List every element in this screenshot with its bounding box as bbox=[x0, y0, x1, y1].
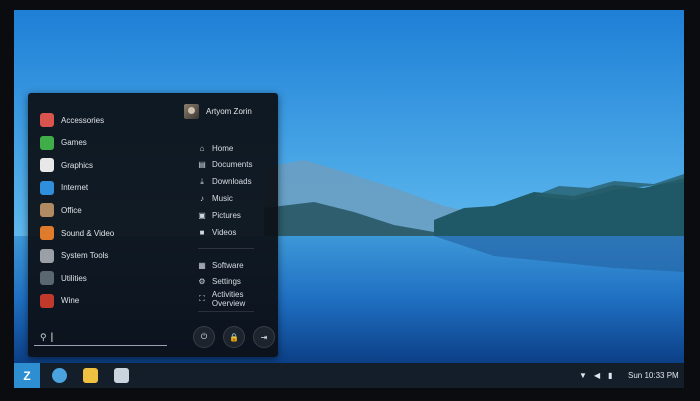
battery-icon[interactable]: ▮ bbox=[608, 363, 612, 388]
documents-icon: ▤ bbox=[198, 160, 206, 170]
category-item[interactable]: System Tools bbox=[40, 247, 108, 265]
category-label: Sound & Video bbox=[61, 228, 115, 238]
category-label: System Tools bbox=[61, 251, 109, 261]
logout-icon: ⇥ bbox=[260, 332, 268, 342]
search-icon: ⚲ bbox=[40, 331, 47, 342]
videos-icon: ■ bbox=[199, 227, 205, 237]
system-item[interactable]: ▦ Software bbox=[198, 258, 244, 272]
music-icon: ♪ bbox=[200, 193, 204, 203]
desktop: Accessories Games Graphics Internet Office So… bbox=[14, 10, 684, 388]
lock-button[interactable]: 🔒 bbox=[223, 326, 245, 348]
category-item[interactable]: Sound & Video bbox=[40, 224, 114, 242]
office-icon bbox=[40, 203, 54, 218]
power-icon: ⏻ bbox=[200, 332, 208, 341]
wifi-icon[interactable]: ▼ bbox=[579, 363, 587, 388]
system-item[interactable]: ⚙ Settings bbox=[198, 275, 241, 289]
place-label: Documents bbox=[212, 160, 253, 170]
category-item[interactable]: Wine bbox=[40, 292, 79, 310]
utilities-icon bbox=[40, 271, 54, 286]
chromium-icon[interactable] bbox=[52, 368, 67, 383]
zorin-menu-button[interactable]: Z bbox=[14, 363, 40, 388]
accessories-icon bbox=[40, 113, 54, 127]
category-item[interactable]: Accessories bbox=[40, 111, 104, 129]
place-label: Home bbox=[212, 143, 234, 153]
software-icon: ▦ bbox=[198, 260, 206, 270]
menu-separator bbox=[198, 248, 254, 249]
application-menu: Accessories Games Graphics Internet Office So… bbox=[28, 93, 278, 357]
category-item[interactable]: Games bbox=[40, 134, 87, 152]
place-label: Videos bbox=[212, 227, 237, 237]
system-label: Activities Overview bbox=[211, 289, 246, 308]
zorin-logo-icon: Z bbox=[23, 368, 31, 383]
user-avatar bbox=[184, 103, 199, 119]
category-label: Games bbox=[61, 138, 87, 148]
place-item[interactable]: ⌂ Home bbox=[198, 141, 234, 155]
bottom-panel: Z ▼ ◀ ▮ Sun 10:33 PM bbox=[14, 363, 684, 388]
volume-icon[interactable]: ◀ bbox=[594, 363, 600, 388]
system-tools-icon bbox=[40, 248, 54, 263]
lock-icon: 🔒 bbox=[229, 332, 239, 342]
files-icon[interactable] bbox=[114, 368, 129, 383]
category-label: Internet bbox=[61, 183, 89, 193]
games-icon bbox=[40, 135, 54, 150]
software-store-icon[interactable] bbox=[83, 368, 98, 383]
category-label: Wine bbox=[61, 296, 80, 306]
logout-button[interactable]: ⇥ bbox=[253, 326, 275, 348]
category-item[interactable]: Internet bbox=[40, 179, 88, 197]
system-item[interactable]: ⛶ Activities Overview bbox=[198, 289, 278, 308]
category-label: Utilities bbox=[61, 273, 87, 283]
text-cursor: | bbox=[50, 331, 54, 343]
clock[interactable]: Sun 10:33 PM bbox=[628, 363, 679, 388]
category-item[interactable]: Graphics bbox=[40, 156, 93, 174]
internet-icon bbox=[40, 180, 54, 195]
home-icon: ⌂ bbox=[199, 143, 205, 153]
clock-label: Sun 10:33 PM bbox=[628, 371, 679, 380]
category-label: Office bbox=[61, 205, 82, 215]
place-label: Music bbox=[212, 193, 233, 203]
power-button[interactable]: ⏻ bbox=[193, 326, 215, 348]
user-account[interactable]: Artyom Zorin bbox=[184, 102, 252, 120]
place-item[interactable]: ■ Videos bbox=[198, 225, 237, 239]
menu-separator bbox=[198, 311, 254, 312]
category-item[interactable]: Utilities bbox=[40, 269, 87, 287]
category-label: Accessories bbox=[61, 115, 105, 125]
wine-icon bbox=[40, 293, 54, 308]
place-item[interactable]: ⤓ Downloads bbox=[198, 175, 252, 189]
sound-video-icon bbox=[40, 226, 54, 240]
place-item[interactable]: ♪ Music bbox=[198, 191, 233, 205]
user-name: Artyom Zorin bbox=[206, 106, 252, 116]
settings-icon: ⚙ bbox=[198, 277, 206, 287]
place-label: Downloads bbox=[212, 177, 252, 187]
category-label: Graphics bbox=[61, 160, 94, 170]
place-item[interactable]: ▤ Documents bbox=[198, 158, 252, 172]
graphics-icon bbox=[40, 158, 54, 173]
system-label: Software bbox=[212, 260, 244, 270]
category-item[interactable]: Office bbox=[40, 201, 82, 219]
activities-icon: ⛶ bbox=[199, 293, 205, 303]
downloads-icon: ⤓ bbox=[200, 176, 204, 186]
pictures-icon: ▣ bbox=[198, 210, 206, 220]
search-field[interactable]: ⚲ | bbox=[34, 329, 167, 346]
place-label: Pictures bbox=[212, 210, 241, 220]
place-item[interactable]: ▣ Pictures bbox=[198, 208, 241, 222]
system-label: Settings bbox=[212, 277, 241, 287]
